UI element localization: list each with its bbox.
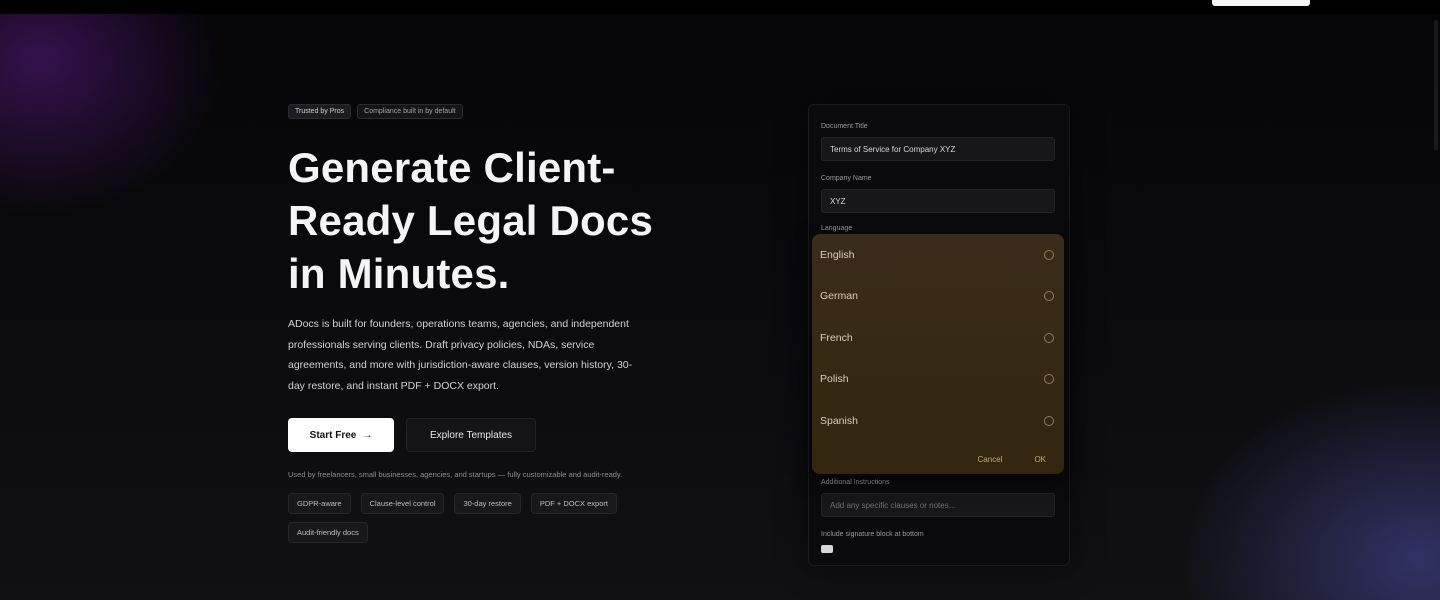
language-option-french[interactable]: French <box>812 323 1064 353</box>
hero-description: ADocs is built for founders, operations … <box>288 318 633 392</box>
radio-icon <box>1044 291 1054 301</box>
language-dropdown: English German French Polish Spanish Can… <box>812 234 1064 474</box>
cta-row: Start Free → Explore Templates <box>288 418 708 452</box>
radio-icon <box>1044 416 1054 426</box>
radio-icon <box>1044 374 1054 384</box>
explore-templates-button[interactable]: Explore Templates <box>406 418 536 452</box>
nav-cta-button[interactable] <box>1212 0 1310 6</box>
radio-icon <box>1044 250 1054 260</box>
dropdown-ok-button[interactable]: OK <box>1034 455 1046 464</box>
hero-badges: Trusted by Pros Compliance built in by d… <box>288 104 708 119</box>
language-label: Language <box>821 225 853 232</box>
radio-icon <box>1044 333 1054 343</box>
hero-section: Trusted by Pros Compliance built in by d… <box>288 104 708 543</box>
top-navigation-bar <box>0 0 1440 14</box>
chip-export: PDF + DOCX export <box>530 493 617 514</box>
language-option-polish[interactable]: Polish <box>812 364 1064 394</box>
badge-trusted: Trusted by Pros <box>288 104 352 119</box>
badge-compliance: Compliance built in by default <box>357 104 463 119</box>
additional-instructions-input[interactable] <box>821 493 1055 517</box>
scrollbar[interactable] <box>1434 20 1438 150</box>
chip-restore: 30-day restore <box>454 493 521 514</box>
option-label: Spanish <box>820 415 858 427</box>
option-label: Polish <box>820 373 849 385</box>
chip-gdpr: GDPR-aware <box>288 493 351 514</box>
chip-clause-control: Clause-level control <box>360 493 445 514</box>
dropdown-actions: Cancel OK <box>978 455 1046 464</box>
company-name-label: Company Name <box>821 175 872 182</box>
arrow-right-icon: → <box>362 429 373 441</box>
feature-chips: GDPR-aware Clause-level control 30-day r… <box>288 493 688 543</box>
additional-instructions-label: Additional Instructions <box>821 479 890 486</box>
language-option-german[interactable]: German <box>812 281 1064 311</box>
option-label: French <box>820 332 853 344</box>
start-free-label: Start Free <box>309 429 357 441</box>
language-option-spanish[interactable]: Spanish <box>812 406 1064 436</box>
signature-checkbox[interactable] <box>821 545 833 553</box>
landing-page: Trusted by Pros Compliance built in by d… <box>0 0 1440 600</box>
document-title-label: Document Title <box>821 123 868 130</box>
language-option-english[interactable]: English <box>812 240 1064 270</box>
trust-line: Used by freelancers, small businesses, a… <box>288 470 623 479</box>
start-free-button[interactable]: Start Free → <box>288 418 394 452</box>
hero-headline: Generate Client-Ready Legal Docs in Minu… <box>288 144 653 297</box>
signature-checkbox-label: Include signature block at bottom <box>821 531 924 538</box>
chip-audit: Audit-friendly docs <box>288 522 368 543</box>
option-label: English <box>820 249 855 261</box>
dropdown-cancel-button[interactable]: Cancel <box>978 455 1003 464</box>
option-label: German <box>820 290 858 302</box>
company-name-input[interactable] <box>821 189 1055 213</box>
document-title-input[interactable] <box>821 137 1055 161</box>
